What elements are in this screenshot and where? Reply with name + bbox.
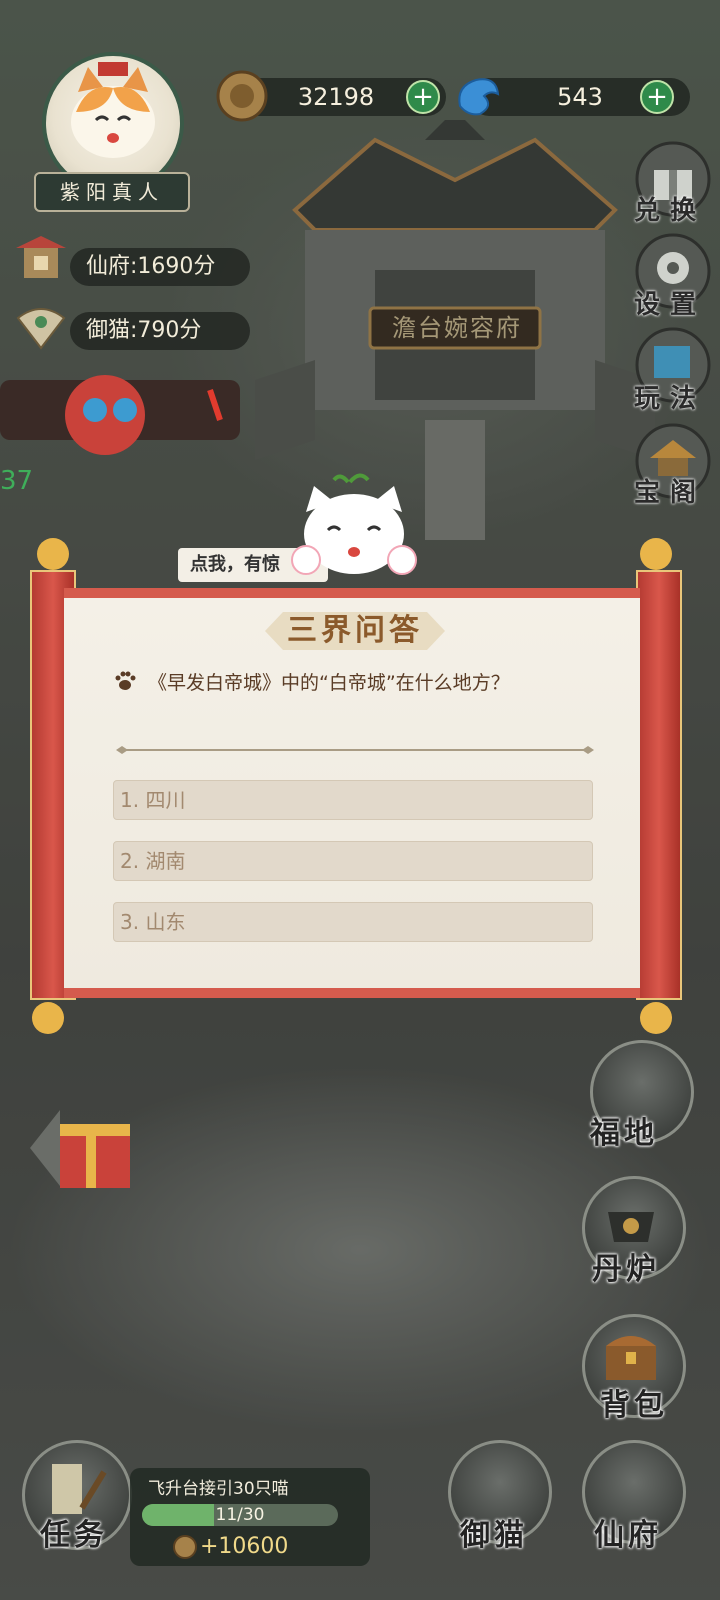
pavilion-icon [16, 236, 66, 278]
quiz-question: 《早发白帝城》中的“白帝城”在什么地方？ [148, 672, 510, 694]
coin-icon [216, 70, 268, 122]
left-counter: 37 [0, 466, 34, 496]
gift-box-icon[interactable] [30, 1100, 140, 1196]
coin-icon [173, 1535, 197, 1559]
cat-avatar-icon [71, 62, 155, 158]
xianfu-score: 仙府:1690分 [70, 248, 250, 286]
scroll-cap-icon [37, 538, 69, 570]
xianfu-label[interactable]: 仙府 [594, 1510, 662, 1554]
treasure-label[interactable]: 宝阁 [634, 472, 706, 509]
fudi-label[interactable]: 福地 [590, 1108, 658, 1152]
gameplay-label[interactable]: 玩法 [634, 378, 706, 415]
quiz-option-3[interactable]: 3. 山东 [113, 902, 593, 942]
fan-icon [16, 308, 66, 350]
task-title: 飞升台接引30只喵 [148, 1479, 289, 1499]
quiz-option-2[interactable]: 2. 湖南 [113, 841, 593, 881]
divider-line [116, 746, 594, 754]
danlu-label[interactable]: 丹炉 [592, 1244, 660, 1288]
task-progress-bar: 11/30 [142, 1504, 338, 1526]
task-progress-text: 11/30 [215, 1505, 265, 1525]
scroll-cap-icon [32, 1002, 64, 1034]
lion-dance-icon[interactable] [0, 370, 250, 460]
quiz-option-1[interactable]: 1. 四川 [113, 780, 593, 820]
add-gems-button[interactable]: + [640, 80, 674, 114]
scroll-right-rod [636, 570, 682, 1000]
task-reward: +10600 [200, 1534, 289, 1559]
scroll-cap-icon [640, 538, 672, 570]
yumao-label[interactable]: 御猫 [460, 1510, 528, 1554]
yumao-score: 御猫:790分 [70, 312, 250, 350]
task-panel[interactable]: 飞升台接引30只喵 11/30 +10600 [130, 1468, 370, 1566]
settings-label[interactable]: 设置 [634, 284, 706, 321]
player-name: 紫阳真人 [34, 172, 190, 212]
beibao-label[interactable]: 背包 [600, 1380, 668, 1424]
quiz-title: 三界问答 [287, 613, 423, 648]
add-coins-button[interactable]: + [406, 80, 440, 114]
white-cat-mascot [291, 473, 417, 575]
paw-icon [115, 671, 136, 690]
cloud-gem-icon [458, 78, 500, 116]
task-label[interactable]: 任务 [40, 1510, 108, 1554]
exchange-label[interactable]: 兑换 [634, 190, 706, 227]
scroll-cap-icon [640, 1002, 672, 1034]
